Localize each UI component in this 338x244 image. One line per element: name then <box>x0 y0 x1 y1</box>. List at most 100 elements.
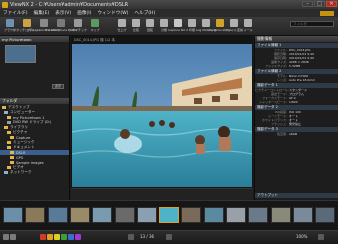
fullscreen-icon[interactable] <box>318 234 324 240</box>
label-red-icon[interactable] <box>40 234 46 240</box>
metadata-key: ファイルサイズ: <box>265 64 287 68</box>
folder-icon <box>10 161 14 164</box>
label-blue-icon[interactable] <box>68 234 74 240</box>
folder-icon <box>10 136 14 139</box>
map-button[interactable]: マップ <box>87 19 103 32</box>
panel-header: my Picturetown <box>0 36 69 42</box>
metadata-sections: ファイル情報 1 ファイル: DSC_0014.JPG 撮影日時: 2010/01/01… <box>255 43 338 136</box>
search-input[interactable] <box>290 21 334 27</box>
label-yellow-icon[interactable] <box>54 234 60 240</box>
pool-photo <box>72 44 252 187</box>
list-view-icon[interactable] <box>10 234 16 240</box>
log-matching-icon <box>202 19 210 27</box>
metadata-value: sRGB <box>289 132 298 136</box>
filmstrip-thumbnail[interactable] <box>248 207 269 223</box>
panel-button[interactable]: 表示 <box>52 84 64 89</box>
metadata-key: フラッシュ: <box>270 122 287 126</box>
metadata-row: ファイルサイズ: 5.32MB <box>255 64 338 68</box>
metadata-row: 色空間: sRGB <box>255 132 338 136</box>
filmstrip-thumbnail[interactable] <box>3 207 23 223</box>
label-purple-icon[interactable] <box>75 234 81 240</box>
filmstrip-thumbnail[interactable] <box>315 207 336 223</box>
classify-icon <box>160 19 168 27</box>
metadata-value: 1/800 <box>289 100 298 104</box>
left-panel: my Picturetown 表示 フォルダ デスクトップ コンピューター my… <box>0 36 70 200</box>
menu-window[interactable]: ウィンドウ(W) <box>97 10 128 16</box>
drive-icon <box>7 116 11 119</box>
movie-icon <box>57 19 65 27</box>
retouch-icon <box>23 19 31 27</box>
filmstrip-thumbnail[interactable] <box>69 207 90 223</box>
filmstrip-thumbnail[interactable] <box>292 207 313 223</box>
map-icon <box>91 19 99 27</box>
filmstrip-thumbnail[interactable] <box>270 207 291 223</box>
tree-item-network[interactable]: ネットワーク <box>0 170 69 175</box>
filmstrip-thumbnail[interactable] <box>136 207 157 223</box>
preview-thumbnail <box>5 45 36 63</box>
metadata-value: 発光禁止 <box>289 122 302 126</box>
filmstrip <box>0 200 338 230</box>
filmstrip-thumbnail[interactable] <box>181 207 202 223</box>
close-button[interactable]: ✕ <box>326 1 337 7</box>
menu-view[interactable]: 表示(V) <box>55 10 71 16</box>
grid-view-icon[interactable] <box>3 234 9 240</box>
movie-editor-button[interactable]: Transfer Movie Editor <box>45 19 77 32</box>
folder-icon <box>2 106 6 109</box>
metadata-key: シャッタースピード: <box>259 100 287 104</box>
dvd-icon <box>7 121 11 124</box>
label-green-icon[interactable] <box>61 234 67 240</box>
cinematic-button[interactable]: シネマチック <box>69 19 87 32</box>
output-section-header[interactable]: アウトプット <box>255 193 338 198</box>
filmstrip-thumbnail[interactable] <box>114 207 135 223</box>
convert-icon <box>230 19 238 27</box>
filmstrip-thumbnail[interactable] <box>47 207 68 223</box>
picture-control-icon <box>40 19 48 27</box>
filmstrip-thumbnail[interactable] <box>226 207 246 223</box>
folder-icon <box>10 151 14 154</box>
label-orange-icon[interactable] <box>47 234 53 240</box>
next-image-icon[interactable] <box>166 234 172 240</box>
minimize-button[interactable]: – <box>302 1 313 7</box>
capture-nx-icon <box>174 19 182 27</box>
metadata-value: Auto Pre 18.0mm <box>289 78 316 82</box>
window-title: ViewNX 2 - C:¥Users¥admin¥Documents¥DSLR <box>10 1 129 8</box>
folder-icon <box>7 141 11 144</box>
browser-icon <box>6 19 14 27</box>
metadata-header: 撮影情報 <box>255 36 338 42</box>
menu-image[interactable]: 画像(I) <box>77 10 91 16</box>
folder-icon <box>7 146 11 149</box>
metadata-key: 色空間: <box>276 132 287 136</box>
folder-tree: デスクトップ コンピューター my Picturetown 1 DVD RW ド… <box>0 104 69 175</box>
image-viewer: DSC_0014.JPG 撮 1/2 本 <box>71 36 253 200</box>
page-indicator: 13 / 36 <box>140 234 155 239</box>
network-icon <box>4 171 8 174</box>
menu-file[interactable]: ファイル(F) <box>3 10 28 16</box>
folder-icon <box>10 156 14 159</box>
image-info-line: DSC_0014.JPG 撮 1/2 本 <box>74 38 115 42</box>
title-bar: ViewNX 2 - C:¥Users¥admin¥Documents¥DSLR… <box>0 0 338 9</box>
viewer-status-bar <box>71 188 253 200</box>
filmstrip-thumbnail[interactable] <box>159 207 180 223</box>
compare-icon <box>132 19 140 27</box>
filmstrip-thumbnail[interactable] <box>203 207 224 223</box>
print-icon <box>188 19 196 27</box>
filmstrip-thumbnail[interactable] <box>92 207 113 223</box>
zoom-level: 100% <box>296 234 308 239</box>
filmstrip-thumbnail[interactable] <box>25 207 46 223</box>
maximize-button[interactable]: □ <box>314 1 325 7</box>
metadata-panel: 撮影情報 ファイル情報 1 ファイル: DSC_0014.JPG 撮影日時: 2010/… <box>254 36 338 200</box>
computer-icon <box>4 111 8 114</box>
prev-image-icon[interactable] <box>128 234 134 240</box>
rotate-icon <box>146 19 154 27</box>
folder-icon <box>7 131 11 134</box>
metadata-row: レンズ: Auto Pre 18.0mm <box>255 78 338 82</box>
cinematic-icon <box>74 19 82 27</box>
menu-help[interactable]: ヘルプ(H) <box>134 10 155 16</box>
menu-bar: ファイル(F) 編集(E) 表示(V) 画像(I) ウィンドウ(W) ヘルプ(H… <box>0 9 338 17</box>
bottom-bar: 13 / 36 100% <box>0 230 338 244</box>
picturetown-icon <box>216 19 224 27</box>
menu-edit[interactable]: 編集(E) <box>34 10 50 16</box>
main-photo[interactable] <box>72 44 252 187</box>
app-icon <box>2 1 8 8</box>
mail-button[interactable]: メール <box>240 19 256 32</box>
